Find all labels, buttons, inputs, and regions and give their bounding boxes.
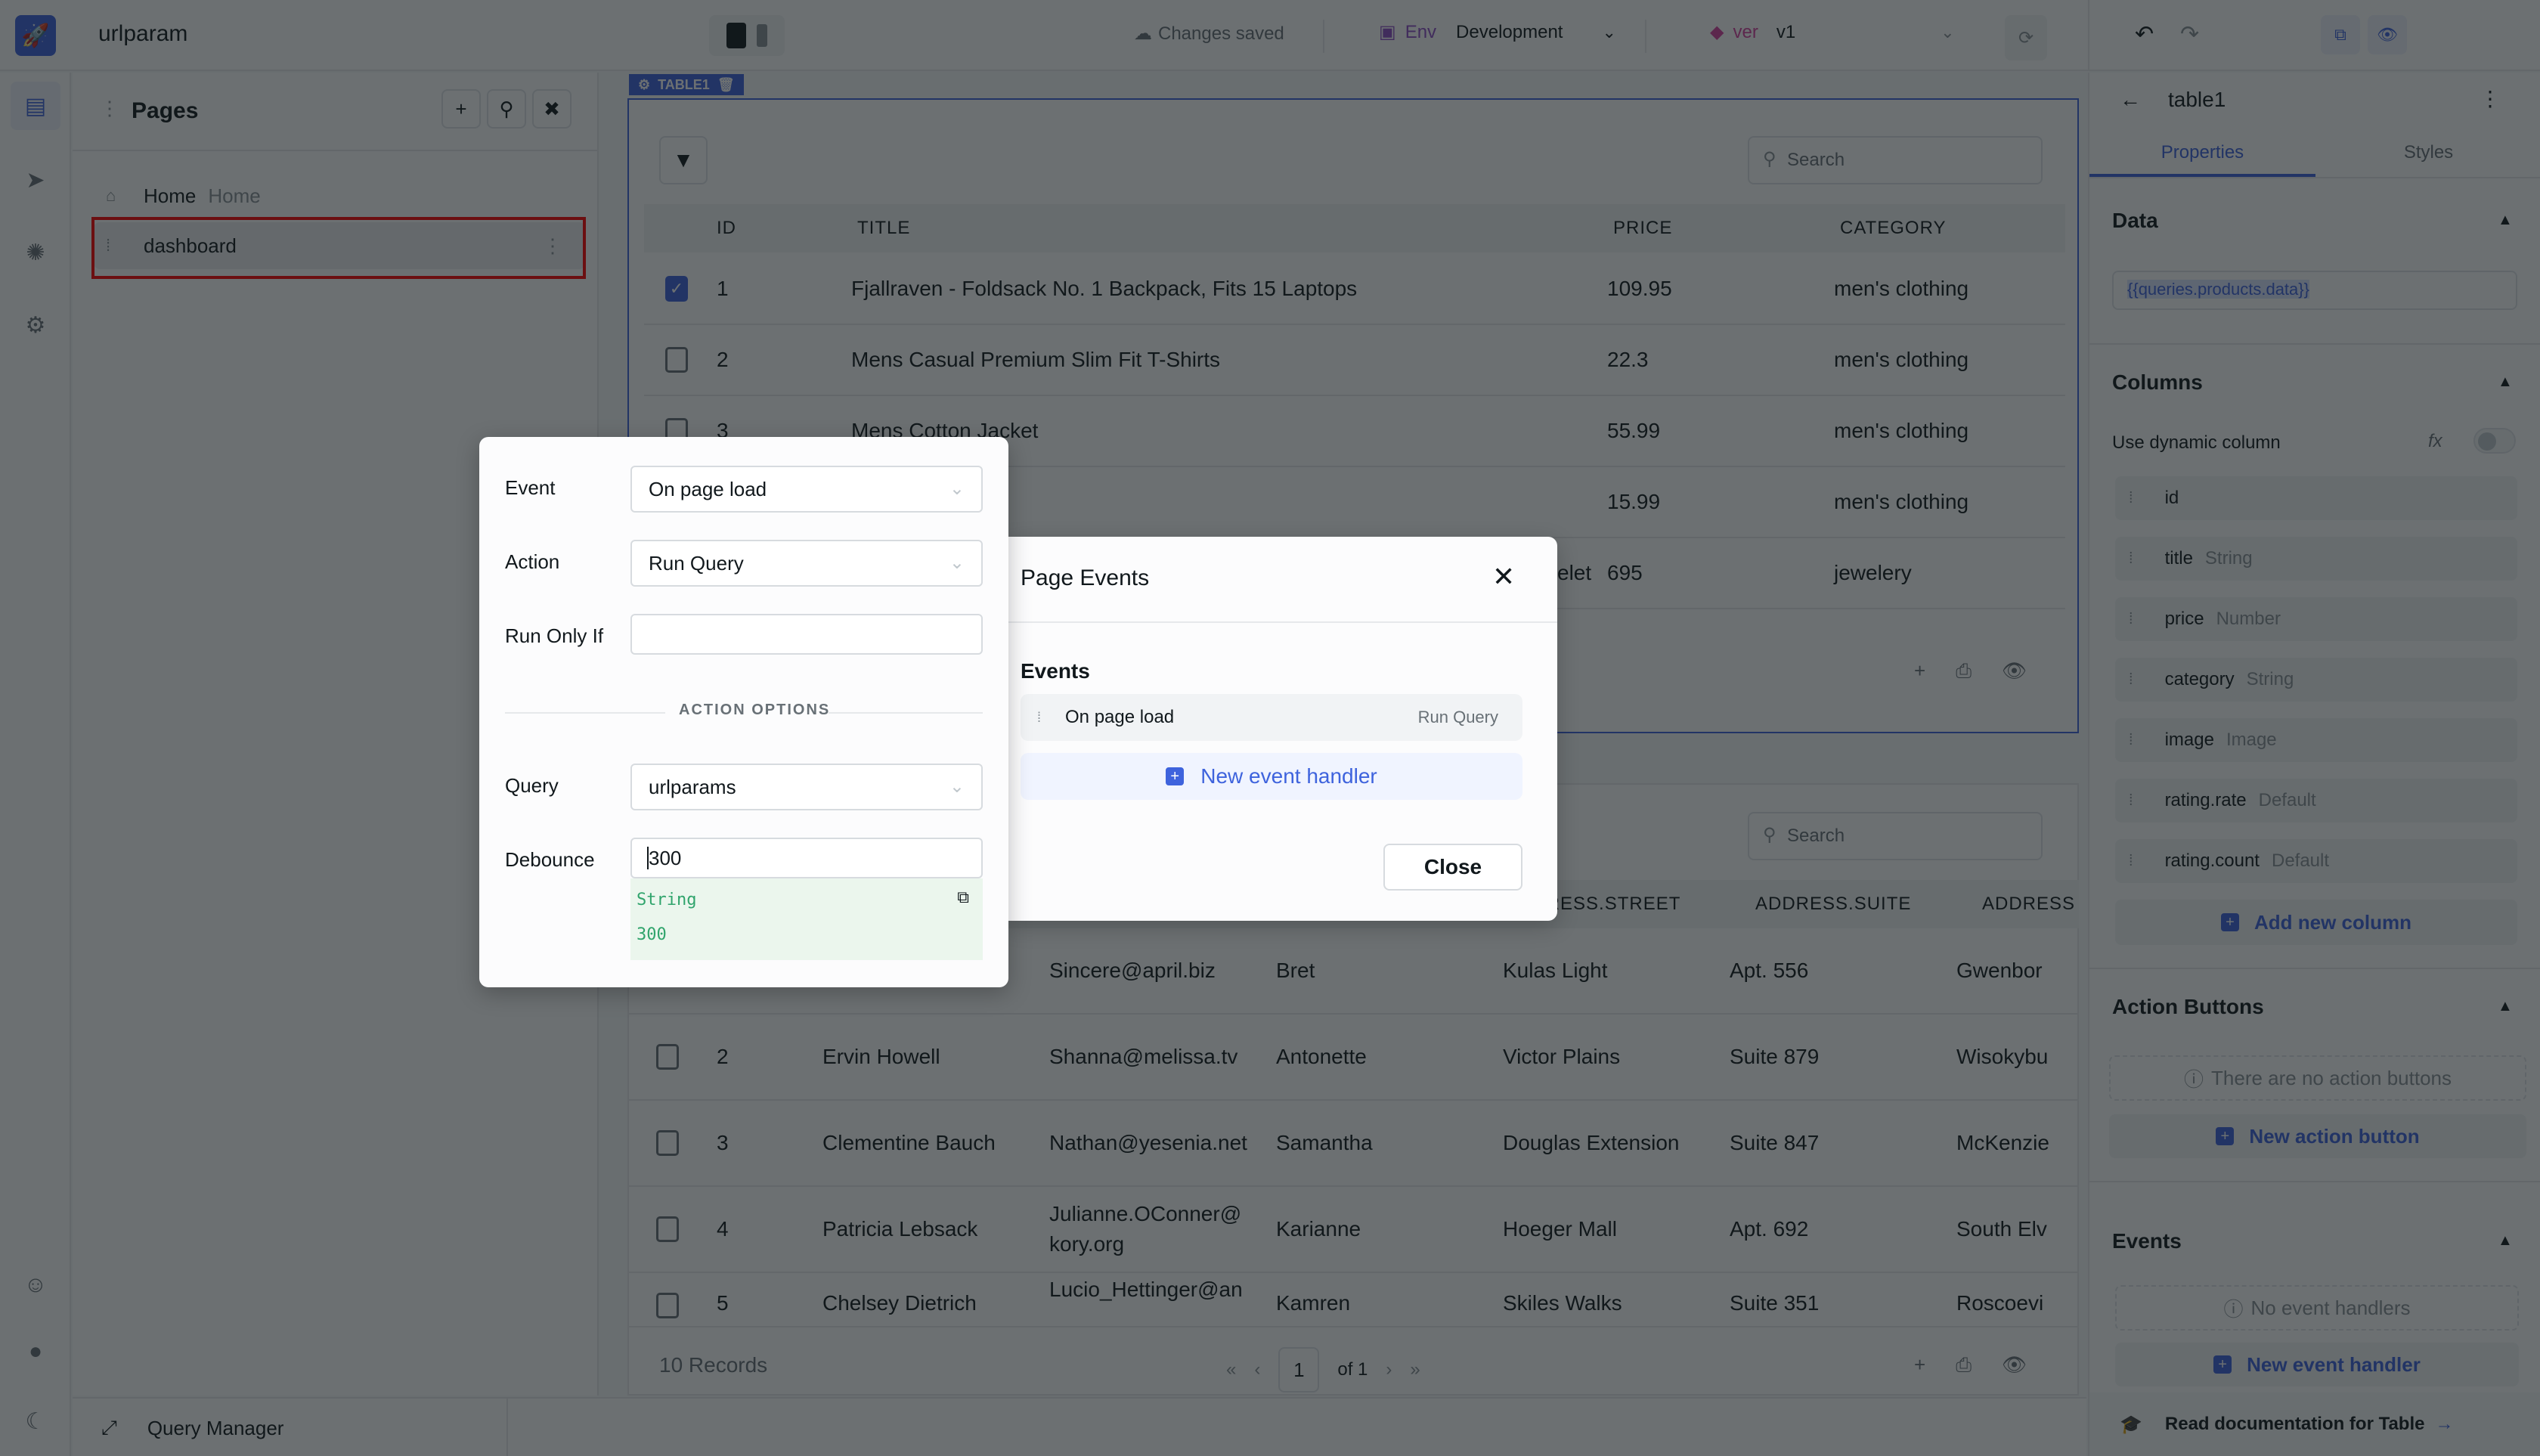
action-options-heading: ACTION OPTIONS — [679, 702, 831, 718]
preview-type: String — [637, 891, 697, 909]
preview-value: 300 — [637, 925, 667, 944]
divider — [829, 712, 983, 714]
event-value: On page load — [649, 477, 767, 500]
chevron-down-icon: ⌄ — [949, 479, 965, 499]
new-handler-label: New event handler — [1200, 764, 1377, 788]
chevron-down-icon: ⌄ — [949, 553, 965, 573]
action-label: Action — [505, 550, 560, 573]
event-action: Run Query — [1417, 708, 1498, 726]
plus-icon: + — [1166, 767, 1185, 785]
run-only-if-input[interactable] — [630, 614, 983, 655]
run-only-if-label: Run Only If — [505, 624, 604, 647]
new-event-handler-button[interactable]: + New event handler — [1021, 753, 1522, 800]
copy-icon[interactable]: ⧉ — [957, 888, 969, 907]
debounce-value: 300 — [647, 847, 682, 869]
value-preview: String 300 ⧉ — [630, 878, 983, 960]
app-editor: 🚀 urlparam ☁ Changes saved ▣ Env Develop… — [0, 0, 2540, 1456]
query-value: urlparams — [649, 775, 736, 798]
query-label: Query — [505, 774, 559, 797]
event-config-popover: Event On page load ⌄ Action Run Query ⌄ … — [479, 437, 1008, 987]
close-icon[interactable]: ✕ — [1492, 561, 1515, 593]
action-value: Run Query — [649, 551, 744, 575]
query-select[interactable]: urlparams ⌄ — [630, 764, 983, 810]
event-name: On page load — [1065, 707, 1175, 727]
drag-grip-icon[interactable]: ⁞ — [1037, 710, 1041, 726]
events-label: Events — [1021, 659, 1090, 683]
debounce-input[interactable]: 300 — [630, 838, 983, 878]
modal-title: Page Events — [1021, 565, 1150, 590]
event-label: Event — [505, 476, 556, 499]
action-select[interactable]: Run Query ⌄ — [630, 540, 983, 587]
event-select[interactable]: On page load ⌄ — [630, 466, 983, 513]
debounce-label: Debounce — [505, 848, 595, 871]
page-events-modal: Page Events ✕ Events ⁞ On page load Run … — [1008, 537, 1557, 921]
divider — [505, 712, 665, 714]
chevron-down-icon: ⌄ — [949, 776, 965, 797]
divider — [1008, 621, 1557, 623]
event-handler-item[interactable]: ⁞ On page load Run Query — [1021, 694, 1522, 741]
close-button[interactable]: Close — [1383, 844, 1522, 891]
